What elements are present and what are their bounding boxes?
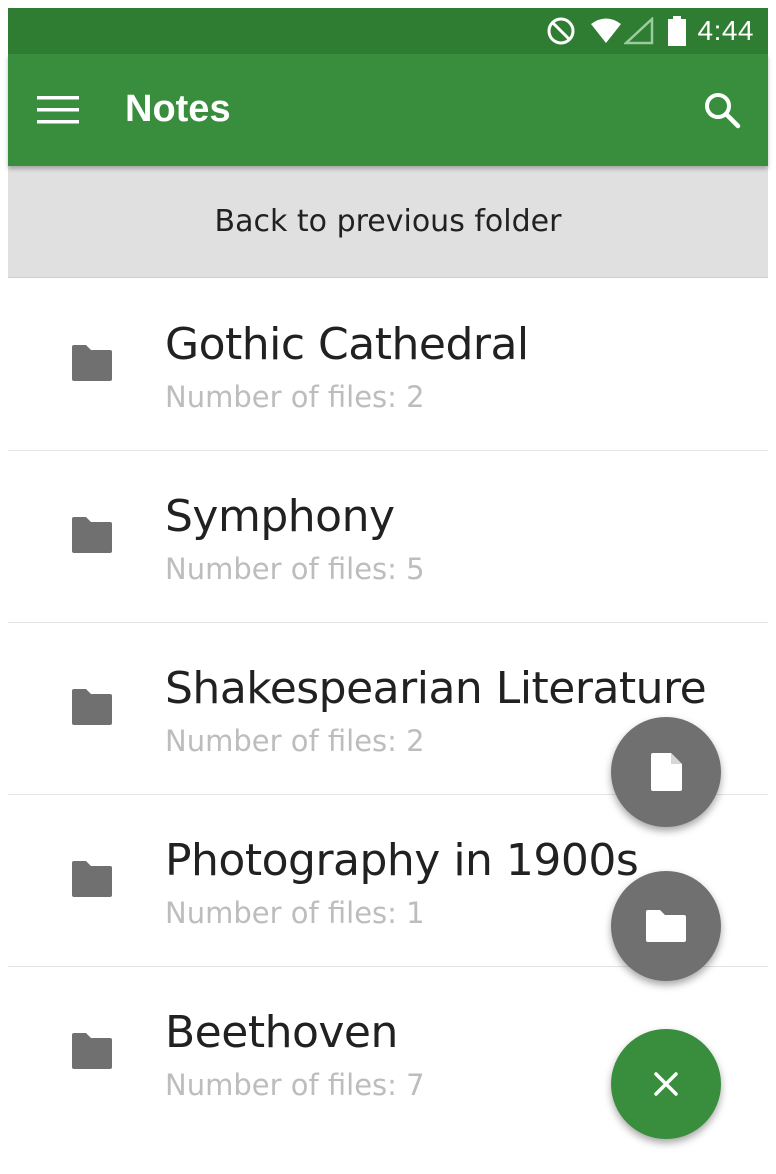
app-bar: Notes <box>8 54 768 166</box>
folder-name: Shakespearian Literature <box>165 663 707 714</box>
list-item[interactable]: Gothic Cathedral Number of files: 2 <box>8 279 768 451</box>
folder-file-count: Number of files: 7 <box>165 1068 425 1102</box>
folder-icon <box>72 345 112 381</box>
menu-icon <box>37 96 79 124</box>
folder-name: Gothic Cathedral <box>165 319 529 370</box>
back-to-previous-folder-button[interactable]: Back to previous folder <box>8 166 768 278</box>
folder-name: Beethoven <box>165 1007 398 1058</box>
back-label: Back to previous folder <box>214 204 562 239</box>
folder-file-count: Number of files: 2 <box>165 724 425 758</box>
do-not-disturb-icon <box>546 16 576 46</box>
folder-file-count: Number of files: 2 <box>165 380 425 414</box>
status-bar: 4:44 <box>8 8 768 54</box>
page-title: Notes <box>125 88 231 130</box>
folder-list: Gothic Cathedral Number of files: 2 Symp… <box>8 279 768 1139</box>
signal-icon <box>623 17 654 45</box>
wifi-icon <box>590 17 622 45</box>
list-item[interactable]: Symphony Number of files: 5 <box>8 451 768 623</box>
folder-icon <box>72 689 112 725</box>
folder-name: Photography in 1900s <box>165 835 639 886</box>
battery-icon <box>667 16 686 46</box>
menu-button[interactable] <box>30 84 86 136</box>
folder-name: Symphony <box>165 491 395 542</box>
folder-icon <box>72 861 112 897</box>
folder-file-count: Number of files: 5 <box>165 552 425 586</box>
notes-screen: 4:44 Notes Back to previous folder Gothi… <box>0 0 776 1174</box>
note-icon <box>651 753 682 791</box>
new-folder-button[interactable] <box>611 871 721 981</box>
new-note-button[interactable] <box>611 717 721 827</box>
status-time: 4:44 <box>697 15 754 46</box>
search-button[interactable] <box>694 82 750 138</box>
search-icon <box>705 93 741 129</box>
close-icon <box>654 1072 678 1096</box>
close-fab-menu-button[interactable] <box>611 1029 721 1139</box>
folder-icon <box>646 910 686 942</box>
folder-icon <box>72 1033 112 1069</box>
folder-file-count: Number of files: 1 <box>165 896 425 930</box>
folder-icon <box>72 517 112 553</box>
